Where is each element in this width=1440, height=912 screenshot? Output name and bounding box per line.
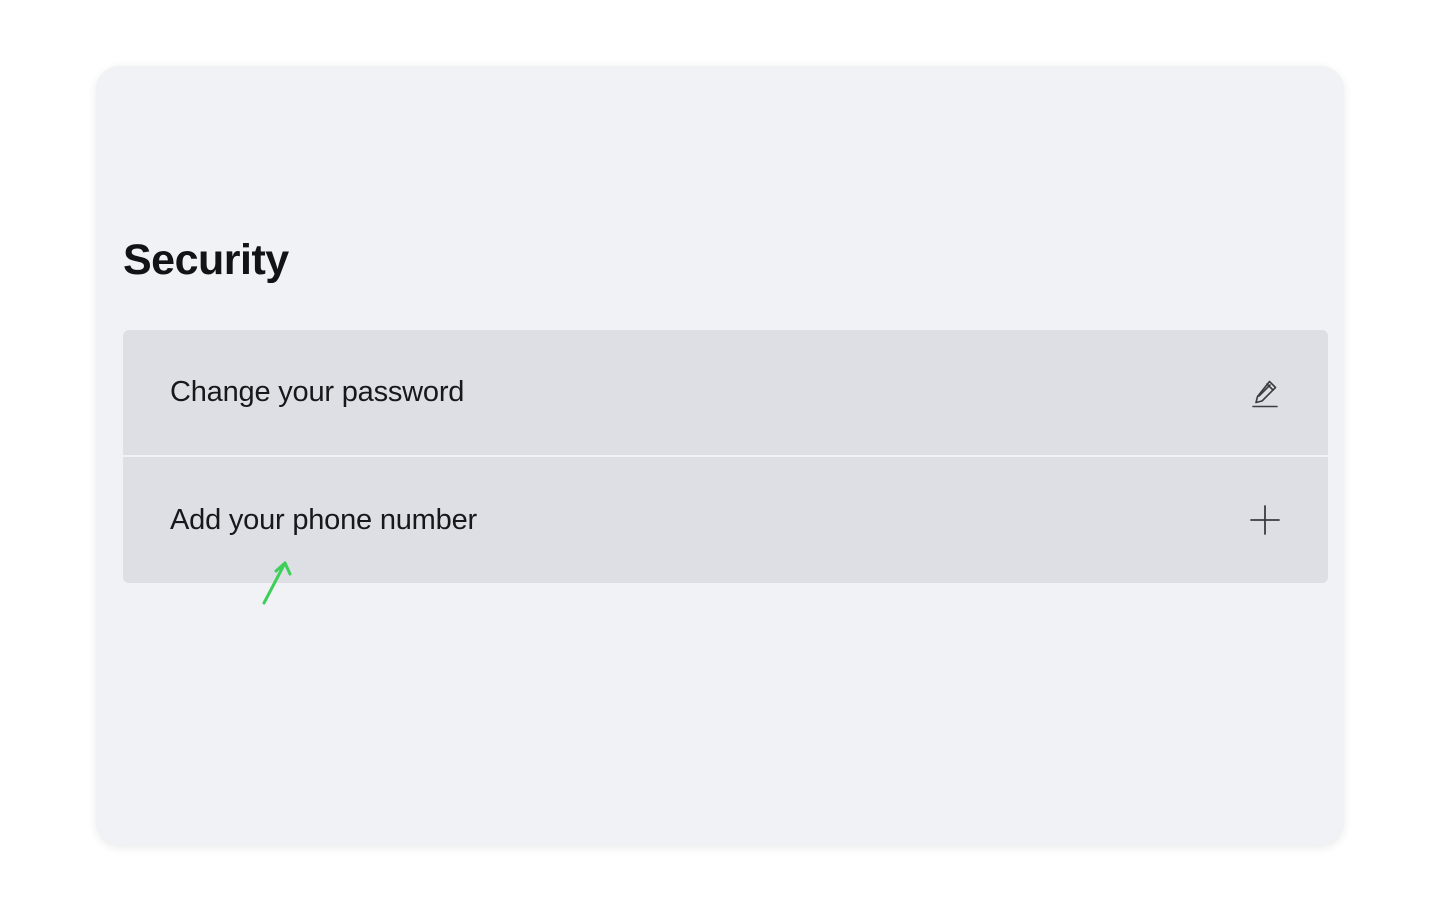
arrow-up-right-icon [262,561,292,605]
add-phone-label: Add your phone number [170,503,477,536]
change-password-label: Change your password [170,376,465,408]
change-password-row[interactable]: Change your password [123,330,1328,455]
section-title: Security [123,236,289,284]
pencil-icon[interactable] [1248,376,1282,410]
add-phone-row[interactable]: Add your phone number [123,457,1328,583]
plus-icon[interactable] [1248,503,1282,537]
settings-card: Security Change your password Add your p… [96,66,1344,846]
security-options-list: Change your password Add your phone numb… [123,330,1328,583]
